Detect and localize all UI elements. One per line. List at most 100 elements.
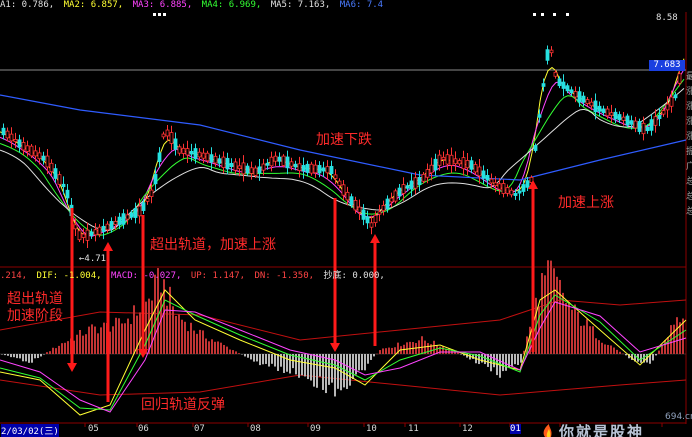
macd-bar [22,354,24,362]
candle-body [517,190,522,194]
candle-body [109,221,114,229]
macd-bar [304,354,306,377]
macd-bar [253,354,255,362]
candle-body [509,189,514,196]
price-low-label: ←4.71 [79,254,107,264]
candle-body [409,180,414,190]
candle-body [225,157,230,170]
macd-bar [67,341,69,354]
macd-bar [604,344,606,354]
candle-body [341,184,346,196]
macd-bar [562,292,564,354]
macd-bar [406,342,408,354]
candle-body [617,114,622,121]
candle-body [573,91,578,98]
date-axis-tick-label: 06 [138,424,149,434]
current-price-tag: 7.683 [649,60,685,71]
watermark-text: 你就是股神 [559,423,645,437]
macd-bar [673,324,675,354]
candle-body [441,156,446,161]
candle-body [217,158,222,164]
macd-bar [85,334,87,354]
macd-bar [64,342,66,354]
candle-body [557,78,562,87]
candle-body [97,226,102,235]
candle-body [149,189,154,197]
candle-body [353,200,358,211]
macd-bar [187,331,189,354]
macd-bar [205,338,207,354]
candle-body [141,202,146,211]
macd-bar [25,354,27,362]
ma-legend-2: MA2: 6.857, [63,0,124,10]
ma-legend-1: A1: 0.786, [0,0,55,10]
candle-body [125,214,130,220]
candle-body [21,142,26,151]
macd-bar [622,353,624,355]
watermark-domain: 694.cn [665,412,692,422]
macd-bar [382,348,384,354]
candle-body [669,96,674,107]
macd-bar [52,347,54,354]
candle-body [25,145,30,152]
candle-body [365,216,370,224]
candle-body [277,156,282,162]
candle-body [481,170,486,179]
annotation-out-of-track-line2: 加速阶段 [7,308,63,324]
signal-markers-right [533,13,569,16]
candle-body [153,174,158,185]
candle-body [497,183,502,190]
candle-body [293,163,298,168]
chart-canvas[interactable] [0,0,692,437]
macd-bar [664,340,666,354]
date-axis-tick-label: 11 [408,424,419,434]
macd-bar [277,354,279,371]
macd-bar [82,335,84,354]
macd-bar [115,317,117,354]
candle-body [81,233,86,238]
candle-body [9,133,14,142]
annotation-accelerate-down: 加速下跌 [316,132,372,148]
macd-bar [4,354,6,356]
candle-body [389,197,394,203]
candle-body [65,189,70,199]
macd-bar [244,354,246,357]
macd-bar [613,347,615,354]
candle-body [337,180,342,186]
ma-legend-3: MA3: 6.885, [132,0,193,10]
macd-bar [76,334,78,354]
macd-bar [10,354,12,358]
macd-bar [556,276,558,354]
macd-bar [121,323,123,354]
macd-bar [574,304,576,354]
candle-body [417,177,422,185]
candle-body [89,231,94,236]
macd-bar [34,354,36,359]
macd-bar [229,349,231,354]
candle-body [633,120,638,129]
moving-average-legend: A1: 0.786, MA2: 6.857, MA3: 6.885, MA4: … [0,0,692,11]
candle-body [61,183,66,188]
stock-chart-window: A1: 0.786, MA2: 6.857, MA3: 6.885, MA4: … [0,0,692,437]
candle-body [653,116,658,126]
macd-bar [220,342,222,354]
macd-bar [307,354,309,380]
candle-body [33,150,38,157]
macd-bar [55,348,57,354]
macd-bar [13,354,15,358]
macd-bar [19,354,21,359]
macd-bar [46,352,48,354]
macd-bar [199,329,201,354]
macd-bar [7,354,9,356]
macd-bar [181,319,183,354]
candle-body [413,177,418,189]
date-axis-tick-label: 12 [462,424,473,434]
red-arrow-head [528,180,538,189]
macd-bar [337,354,339,389]
macd-bar [385,348,387,354]
macd-bar [226,346,228,354]
macd-bar [484,354,486,365]
macd-bar [547,260,549,354]
candle-body [301,165,306,172]
candle-body [397,187,402,197]
